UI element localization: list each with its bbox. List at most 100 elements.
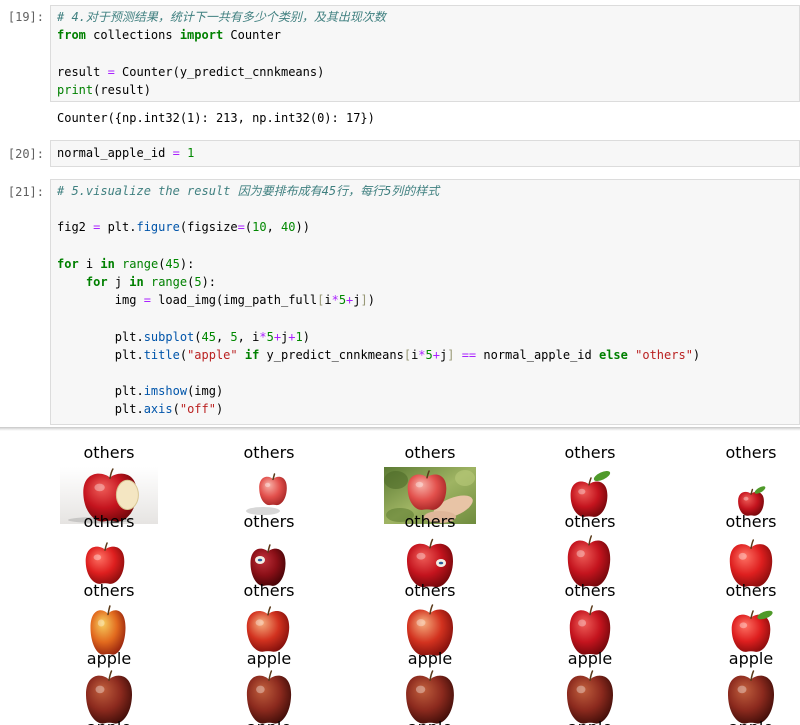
code-text: j — [353, 293, 361, 308]
code-text: plt. — [57, 347, 144, 362]
code-editor[interactable]: # 5.visualize the result 因为要排布成有45行，每行5列… — [50, 179, 800, 425]
code-keyword: import — [179, 28, 224, 43]
code-keyword: for — [85, 274, 108, 289]
code-line[interactable]: for i in range(45): — [57, 255, 793, 273]
code-line[interactable] — [57, 309, 793, 327]
code-cell[interactable]: [21]: # 5.visualize the result 因为要排布成有45… — [0, 179, 800, 725]
code-number: 40 — [281, 220, 296, 235]
code-text: plt. — [57, 402, 144, 417]
apple-highlight — [255, 619, 264, 626]
subplot-title: apple — [229, 716, 309, 725]
apple-shape — [569, 610, 611, 655]
code-cell[interactable]: [19]: # 4.对于预测结果，统计下一共有多少个类别，及其出现次数 from … — [0, 5, 800, 130]
code-line[interactable] — [57, 237, 793, 255]
grass-blur — [455, 470, 475, 486]
code-text: collections — [85, 28, 180, 43]
apple-highlight — [739, 622, 748, 629]
code-line[interactable]: img = load_img(img_path_full[i*5+j]) — [57, 291, 793, 309]
code-text: load_img(img_path_full — [150, 293, 318, 308]
code-line[interactable]: fig2 = plt.figure(figsize=(10, 40)) — [57, 218, 793, 236]
subplot-title: others — [564, 443, 616, 462]
subplot-title: apple — [390, 716, 470, 725]
code-line[interactable]: print(result) — [57, 81, 793, 99]
code-operator: = — [107, 64, 115, 79]
code-text: , — [215, 329, 231, 344]
code-text: (result) — [93, 82, 151, 97]
code-builtin: range — [150, 274, 188, 289]
code-line[interactable]: from collections import Counter — [57, 26, 793, 44]
code-line[interactable]: plt.title("apple" if y_predict_cnnkmeans… — [57, 346, 793, 364]
code-line[interactable] — [57, 200, 793, 218]
code-line[interactable]: plt.axis("off") — [57, 400, 793, 418]
code-text: , — [266, 220, 282, 235]
code-text: img — [57, 293, 144, 308]
subplot-image — [570, 470, 611, 517]
code-line[interactable]: plt.subplot(45, 5, i*5+j+1) — [57, 328, 793, 346]
code-number: 10 — [252, 220, 267, 235]
code-number: 5 — [425, 347, 433, 362]
code-text: normal_apple_id — [476, 347, 599, 362]
code-line[interactable]: # 5.visualize the result 因为要排布成有45行，每行5列… — [57, 182, 793, 200]
subplot-image — [731, 610, 773, 652]
apple-highlight — [576, 550, 585, 558]
code-text: result — [57, 64, 108, 79]
code-keyword: for — [57, 256, 79, 271]
subplot-title: apple — [69, 716, 149, 725]
code-text: , i — [237, 329, 260, 344]
code-line[interactable] — [57, 364, 793, 382]
execution-count-prompt: [19]: — [7, 10, 44, 24]
subplot-title: apple — [86, 649, 132, 668]
code-operator: * — [418, 347, 426, 362]
apple-sticker-mark — [257, 558, 263, 562]
code-text: i — [78, 256, 101, 271]
subplot-title: others — [725, 580, 777, 600]
subplot-title: others — [83, 580, 135, 600]
code-property: imshow — [143, 384, 188, 399]
code-number: 5 — [230, 329, 238, 344]
apple-highlight — [578, 619, 587, 627]
code-line[interactable]: # 4.对于预测结果，统计下一共有多少个类别，及其出现次数 — [57, 8, 793, 26]
code-line[interactable]: plt.imshow(img) — [57, 382, 793, 400]
apple-highlight — [93, 554, 102, 561]
code-line[interactable]: for j in range(5): — [57, 273, 793, 291]
code-text: Counter — [223, 28, 281, 43]
code-text: ( — [179, 347, 188, 362]
code-comment: # 4.对于预测结果，统计下一共有多少个类别，及其出现次数 — [57, 10, 386, 24]
code-editor[interactable]: normal_apple_id = 1 — [50, 140, 800, 167]
subplot-image — [246, 606, 290, 652]
apple-highlight — [416, 619, 426, 627]
subplot-title: others — [243, 512, 295, 531]
code-builtin: print — [57, 82, 94, 97]
figure-output: others others others others others others othe… — [0, 432, 800, 725]
subplot-image — [569, 605, 611, 655]
code-line[interactable]: normal_apple_id = 1 — [57, 144, 793, 162]
code-cell[interactable]: [20]: normal_apple_id = 1 — [0, 140, 800, 167]
code-text: ) — [215, 402, 224, 417]
apple-sticker-mark — [438, 561, 444, 565]
code-editor[interactable]: # 4.对于预测结果，统计下一共有多少个类别，及其出现次数 from collec… — [50, 5, 800, 102]
subplot-title: others — [404, 580, 456, 600]
code-string: "others" — [635, 347, 693, 362]
code-number: 45 — [201, 329, 216, 344]
code-line[interactable]: result = Counter(y_predict_cnnkmeans) — [57, 63, 793, 81]
apple-shape — [246, 610, 290, 652]
subplot-title: apple — [407, 649, 453, 668]
code-operator: * — [331, 293, 339, 308]
subplot-image — [406, 604, 454, 656]
code-keyword: else — [598, 347, 628, 362]
apple-highlight — [94, 483, 105, 492]
code-number: 5 — [338, 293, 347, 308]
code-operator: = — [237, 220, 245, 235]
subplot-image — [90, 605, 126, 655]
code-line[interactable] — [57, 44, 793, 62]
code-keyword: in — [100, 256, 115, 271]
code-string: "off" — [179, 402, 216, 417]
subplot-title: others — [243, 580, 295, 600]
code-text: (img) — [187, 384, 224, 399]
subplot-title: apple — [550, 716, 630, 725]
code-text: normal_apple_id — [57, 146, 173, 160]
code-operator: = — [172, 146, 180, 160]
